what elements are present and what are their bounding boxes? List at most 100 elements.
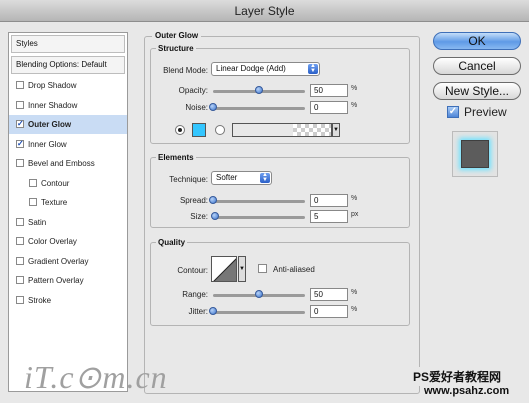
jitter-label: Jitter:: [188, 307, 208, 316]
sidebar-checkbox[interactable]: [16, 276, 24, 284]
watermark-logo: iT.c⊙m.cn: [24, 359, 168, 395]
contour-dropdown-arrow-icon[interactable]: ▼: [238, 256, 246, 282]
sidebar-item-contour[interactable]: Contour: [9, 174, 127, 193]
sidebar-item-inner-shadow[interactable]: Inner Shadow: [9, 96, 127, 115]
glow-color-swatch[interactable]: [192, 123, 206, 137]
new-style-button[interactable]: New Style...: [433, 82, 521, 100]
opacity-label: Opacity:: [178, 86, 208, 95]
blend-mode-value: Linear Dodge (Add): [216, 64, 286, 73]
noise-slider-track[interactable]: [213, 107, 305, 110]
sidebar-item-pattern-overlay[interactable]: Pattern Overlay: [9, 271, 127, 290]
size-label: Size:: [190, 212, 208, 221]
watermark-site-name: PS爱好者教程网: [411, 367, 504, 386]
preview-swatch: [461, 140, 489, 168]
sidebar-item-texture[interactable]: Texture: [9, 193, 127, 212]
gradient-radio[interactable]: [215, 125, 225, 135]
size-input[interactable]: 5: [310, 210, 348, 223]
range-label: Range:: [182, 290, 208, 299]
sidebar-blending-options[interactable]: Blending Options: Default: [11, 56, 125, 74]
sidebar-item-label: Texture: [41, 198, 68, 207]
technique-select[interactable]: Softer ▲ ▼: [211, 171, 272, 185]
watermark-url: www.psahz.com: [424, 385, 510, 397]
jitter-slider-thumb[interactable]: [209, 307, 217, 315]
range-slider-thumb[interactable]: [255, 290, 263, 298]
spread-label: Spread:: [179, 196, 208, 205]
opacity-unit: %: [351, 85, 358, 92]
elements-heading: Elements: [156, 153, 196, 162]
gradient-dropdown-arrow-icon[interactable]: ▼: [332, 123, 340, 137]
sidebar-item-label: Bevel and Emboss: [28, 159, 95, 168]
jitter-unit: %: [351, 306, 358, 313]
jitter-input[interactable]: 0: [310, 305, 348, 318]
sidebar-checkbox[interactable]: [16, 100, 24, 109]
preview-label: Preview: [464, 105, 507, 119]
blend-mode-select[interactable]: Linear Dodge (Add) ▲ ▼: [211, 62, 320, 76]
spread-input[interactable]: 0: [310, 194, 348, 207]
sidebar-item-bevel-and-emboss[interactable]: Bevel and Emboss: [9, 154, 127, 173]
sidebar-checkbox[interactable]: [16, 217, 24, 226]
quality-heading: Quality: [156, 238, 188, 247]
sidebar-checkbox[interactable]: [29, 198, 37, 206]
preview-checkbox[interactable]: ✓: [447, 106, 459, 118]
chevron-updown-icon: ▲ ▼: [260, 172, 270, 183]
sidebar-checkbox[interactable]: [16, 237, 24, 245]
sidebar-item-inner-glow[interactable]: ✓ Inner Glow: [9, 135, 127, 154]
sidebar-item-color-overlay[interactable]: Color Overlay: [9, 232, 127, 251]
transparency-checker: [293, 124, 331, 136]
noise-slider-thumb[interactable]: [209, 103, 217, 111]
sidebar-item-label: Stroke: [28, 295, 52, 305]
sidebar-item-label: Outer Glow: [28, 120, 72, 129]
contour-picker[interactable]: [211, 256, 237, 282]
gradient-picker[interactable]: [232, 123, 332, 137]
noise-label: Noise:: [185, 103, 208, 112]
chevron-updown-icon: ▲ ▼: [308, 63, 318, 74]
anti-aliased-checkbox[interactable]: [258, 264, 267, 273]
sidebar-item-label: Drop Shadow: [28, 81, 77, 90]
anti-aliased-label: Anti-aliased: [273, 265, 315, 274]
size-slider-track[interactable]: [213, 216, 305, 219]
cancel-button[interactable]: Cancel: [433, 57, 521, 75]
technique-label: Technique:: [169, 175, 208, 184]
window-title: Layer Style: [0, 0, 529, 22]
sidebar-item-drop-shadow[interactable]: Drop Shadow: [9, 76, 127, 95]
contour-curve-icon: [213, 258, 236, 281]
preview-thumbnail: [452, 131, 498, 177]
sidebar-checkbox[interactable]: [16, 159, 24, 167]
blend-mode-label: Blend Mode:: [163, 66, 208, 75]
ok-button[interactable]: OK: [433, 32, 521, 50]
spread-slider-thumb[interactable]: [209, 196, 217, 204]
sidebar-checkbox[interactable]: [16, 256, 24, 265]
sidebar-checkbox[interactable]: ✓: [16, 120, 24, 128]
spread-unit: %: [351, 195, 358, 202]
sidebar-checkbox[interactable]: [29, 178, 37, 187]
range-unit: %: [351, 289, 358, 296]
noise-input[interactable]: 0: [310, 101, 348, 114]
sidebar-item-gradient-overlay[interactable]: Gradient Overlay: [9, 252, 127, 271]
panel-title: Outer Glow: [152, 31, 202, 40]
sidebar-checkbox[interactable]: [16, 295, 24, 304]
sidebar-checkbox[interactable]: ✓: [16, 139, 24, 148]
size-slider-thumb[interactable]: [210, 212, 219, 220]
solid-color-radio[interactable]: [175, 125, 185, 135]
sidebar-item-label: Pattern Overlay: [28, 276, 84, 285]
styles-sidebar: Styles Blending Options: Default Drop Sh…: [8, 32, 128, 392]
sidebar-item-satin[interactable]: Satin: [9, 213, 127, 232]
size-unit: px: [351, 211, 359, 218]
sidebar-styles-header[interactable]: Styles: [11, 35, 125, 53]
spread-slider-track[interactable]: [213, 200, 305, 203]
sidebar-item-outer-glow[interactable]: ✓ Outer Glow: [9, 115, 127, 134]
opacity-input[interactable]: 50: [310, 84, 348, 97]
sidebar-item-label: Contour: [41, 178, 70, 188]
range-input[interactable]: 50: [310, 288, 348, 301]
sidebar-checkbox[interactable]: [16, 81, 24, 89]
contour-label: Contour:: [177, 266, 208, 275]
sidebar-item-label: Color Overlay: [28, 237, 77, 246]
sidebar-item-label: Inner Shadow: [28, 100, 78, 110]
jitter-slider-track[interactable]: [213, 311, 305, 314]
opacity-slider-thumb[interactable]: [255, 86, 263, 94]
sidebar-item-label: Satin: [28, 217, 47, 227]
technique-value: Softer: [216, 173, 238, 182]
sidebar-item-label: Inner Glow: [28, 139, 67, 149]
noise-unit: %: [351, 102, 358, 109]
sidebar-item-stroke[interactable]: Stroke: [9, 291, 127, 310]
